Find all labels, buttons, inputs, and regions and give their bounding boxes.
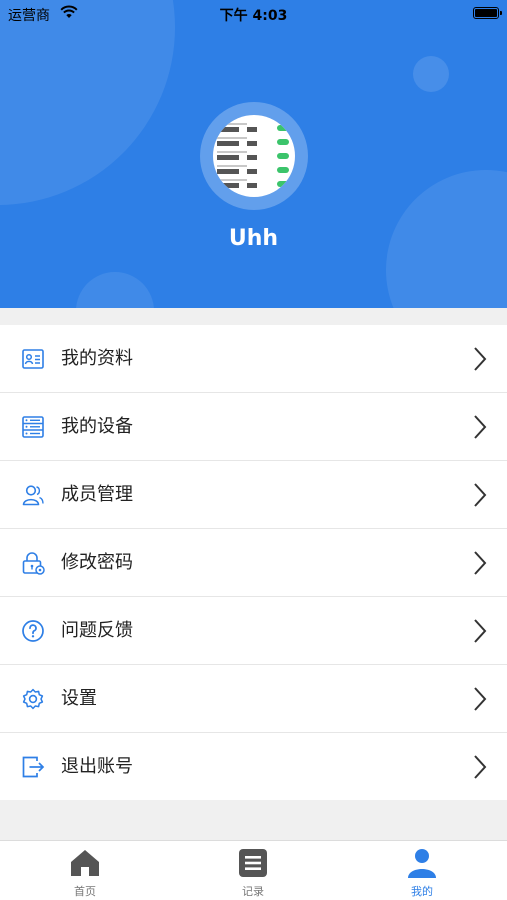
menu-item-label: 设置 <box>61 688 97 709</box>
user-icon <box>408 849 436 878</box>
chevron-right-icon <box>474 687 487 711</box>
menu-item-label: 成员管理 <box>61 484 133 505</box>
tab-label: 我的 <box>411 885 433 898</box>
decor-bubble <box>413 56 449 92</box>
avatar-thumbnail-row <box>217 123 289 134</box>
settings-gear-icon <box>22 688 44 710</box>
battery-icon <box>473 7 502 19</box>
chevron-right-icon <box>474 483 487 507</box>
device-list-icon <box>22 416 44 438</box>
decor-bubble <box>0 0 175 205</box>
menu-item-label: 退出账号 <box>61 756 133 777</box>
logout-icon <box>22 756 45 778</box>
menu-item-devices[interactable]: 我的设备 <box>0 393 507 461</box>
avatar-thumbnail-row <box>217 165 289 176</box>
menu-item-profile[interactable]: 我的资料 <box>0 325 507 393</box>
lock-gear-icon <box>22 552 45 575</box>
avatar[interactable] <box>213 115 295 197</box>
tab-mine[interactable]: 我的 <box>382 847 462 899</box>
status-time: 下午 4:03 <box>219 8 288 24</box>
settings-menu: 我的资料 我的设备 成员管理 修改密码 问题反馈 设置 退出账号 <box>0 325 507 800</box>
menu-item-logout[interactable]: 退出账号 <box>0 733 507 800</box>
chevron-right-icon <box>474 619 487 643</box>
menu-item-label: 我的资料 <box>61 348 133 369</box>
records-icon <box>239 849 267 877</box>
members-icon <box>22 485 44 506</box>
avatar-thumbnail-row <box>217 151 289 162</box>
tab-records[interactable]: 记录 <box>213 847 293 899</box>
decor-bubble <box>76 272 154 308</box>
chevron-right-icon <box>474 347 487 371</box>
profile-header: 运营商 下午 4:03 Uhh <box>0 0 507 308</box>
tab-bar: 首页 记录 我的 <box>0 840 507 900</box>
menu-item-label: 问题反馈 <box>61 620 133 641</box>
menu-item-feedback[interactable]: 问题反馈 <box>0 597 507 665</box>
tab-home[interactable]: 首页 <box>45 847 125 899</box>
menu-item-label: 修改密码 <box>61 552 133 573</box>
question-icon <box>22 620 44 642</box>
tab-label: 记录 <box>242 885 264 898</box>
avatar-thumbnail-row <box>217 179 289 190</box>
menu-item-members[interactable]: 成员管理 <box>0 461 507 529</box>
chevron-right-icon <box>474 551 487 575</box>
profile-card-icon <box>22 349 44 369</box>
username: Uhh <box>228 226 279 251</box>
menu-item-change-password[interactable]: 修改密码 <box>0 529 507 597</box>
chevron-right-icon <box>474 755 487 779</box>
tab-label: 首页 <box>74 885 96 898</box>
menu-item-settings[interactable]: 设置 <box>0 665 507 733</box>
chevron-right-icon <box>474 415 487 439</box>
avatar-thumbnail-row <box>217 137 289 148</box>
menu-item-label: 我的设备 <box>61 416 133 437</box>
status-bar: 运营商 下午 4:03 <box>0 0 507 28</box>
home-icon <box>71 850 99 876</box>
